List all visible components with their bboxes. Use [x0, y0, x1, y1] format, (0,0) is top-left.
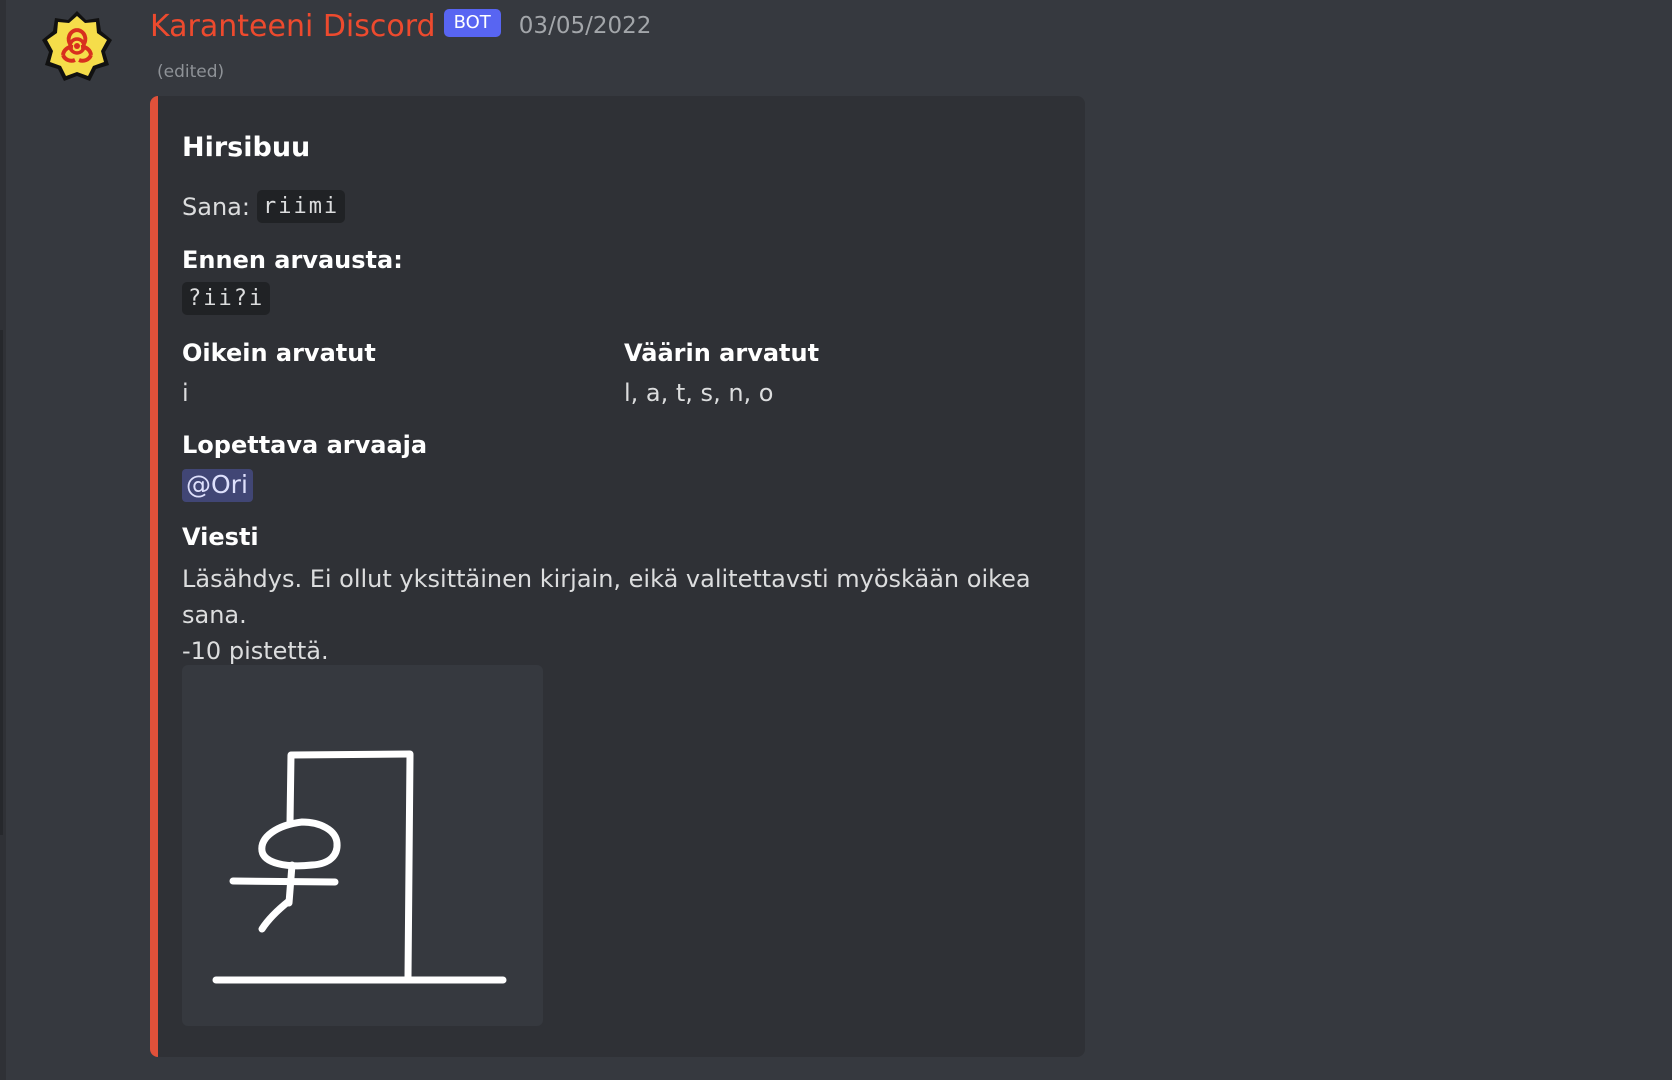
discord-channel-view: Karanteeni Discord BOT 03/05/2022 (edite…	[0, 0, 1672, 1080]
field-name-before-guess: Ennen arvausta:	[182, 246, 403, 274]
user-mention[interactable]: @Ori	[182, 469, 253, 502]
field-value-wrong: l, a, t, s, n, o	[624, 379, 774, 407]
embed-image[interactable]	[182, 665, 543, 1026]
bot-badge: BOT	[443, 9, 501, 37]
field-name-correct: Oikein arvatut	[182, 339, 376, 367]
biohazard-icon[interactable]	[40, 10, 114, 84]
word-label: Sana:	[182, 192, 250, 221]
field-value-message: Läsähdys. Ei ollut yksittäinen kirjain, …	[182, 561, 1072, 669]
message-line-2: -10 pistettä.	[182, 637, 329, 665]
embed-card: Hirsibuu Sana: riimi Ennen arvausta: ?ii…	[150, 96, 1085, 1057]
field-name-message: Viesti	[182, 523, 259, 551]
field-name-wrong: Väärin arvatut	[624, 339, 820, 367]
embed-title: Hirsibuu	[182, 132, 311, 163]
hangman-drawing-icon	[212, 750, 507, 984]
message-timestamp[interactable]: 03/05/2022	[519, 13, 652, 39]
field-value-before-guess: ?ii?i	[182, 282, 271, 315]
edited-label[interactable]: (edited)	[157, 62, 224, 82]
left-edge-divider	[0, 330, 3, 835]
field-value-correct: i	[182, 379, 189, 407]
message-header: Karanteeni Discord BOT 03/05/2022	[150, 4, 651, 48]
message-line-1: Läsähdys. Ei ollut yksittäinen kirjain, …	[182, 565, 1031, 629]
embed-accent-bar	[150, 96, 158, 1057]
author-name[interactable]: Karanteeni Discord	[150, 9, 436, 44]
word-code: riimi	[256, 190, 346, 223]
embed-description: Sana: riimi	[182, 190, 346, 223]
field-name-finisher: Lopettava arvaaja	[182, 431, 428, 459]
masked-word-code: ?ii?i	[182, 282, 271, 315]
